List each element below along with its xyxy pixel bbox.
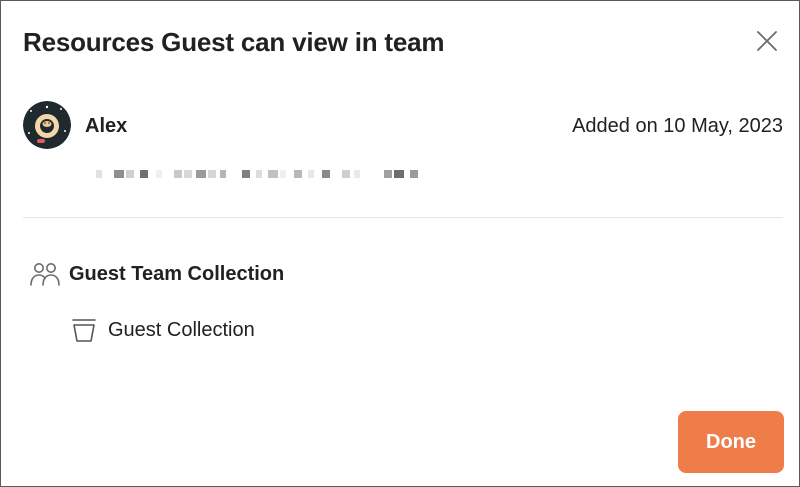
close-button[interactable] bbox=[753, 27, 781, 55]
close-icon bbox=[757, 31, 777, 51]
collection-icon bbox=[71, 315, 99, 345]
divider bbox=[23, 217, 783, 218]
added-date: Added on 10 May, 2023 bbox=[572, 115, 783, 137]
dialog-title: Resources Guest can view in team bbox=[23, 27, 445, 57]
team-label: Guest Team Collection bbox=[69, 262, 285, 285]
collection-item[interactable]: Guest Collection bbox=[71, 315, 255, 345]
done-button[interactable]: Done bbox=[678, 411, 784, 473]
collection-label: Guest Collection bbox=[108, 318, 255, 341]
resources-dialog: Resources Guest can view in team Alex Ad… bbox=[0, 0, 800, 487]
user-name: Alex bbox=[85, 115, 128, 137]
avatar bbox=[23, 101, 71, 149]
team-icon bbox=[29, 259, 63, 289]
email-redacted bbox=[96, 167, 426, 179]
user-row: Alex Added on 10 May, 2023 bbox=[23, 101, 783, 151]
team-row: Guest Team Collection bbox=[29, 259, 284, 289]
